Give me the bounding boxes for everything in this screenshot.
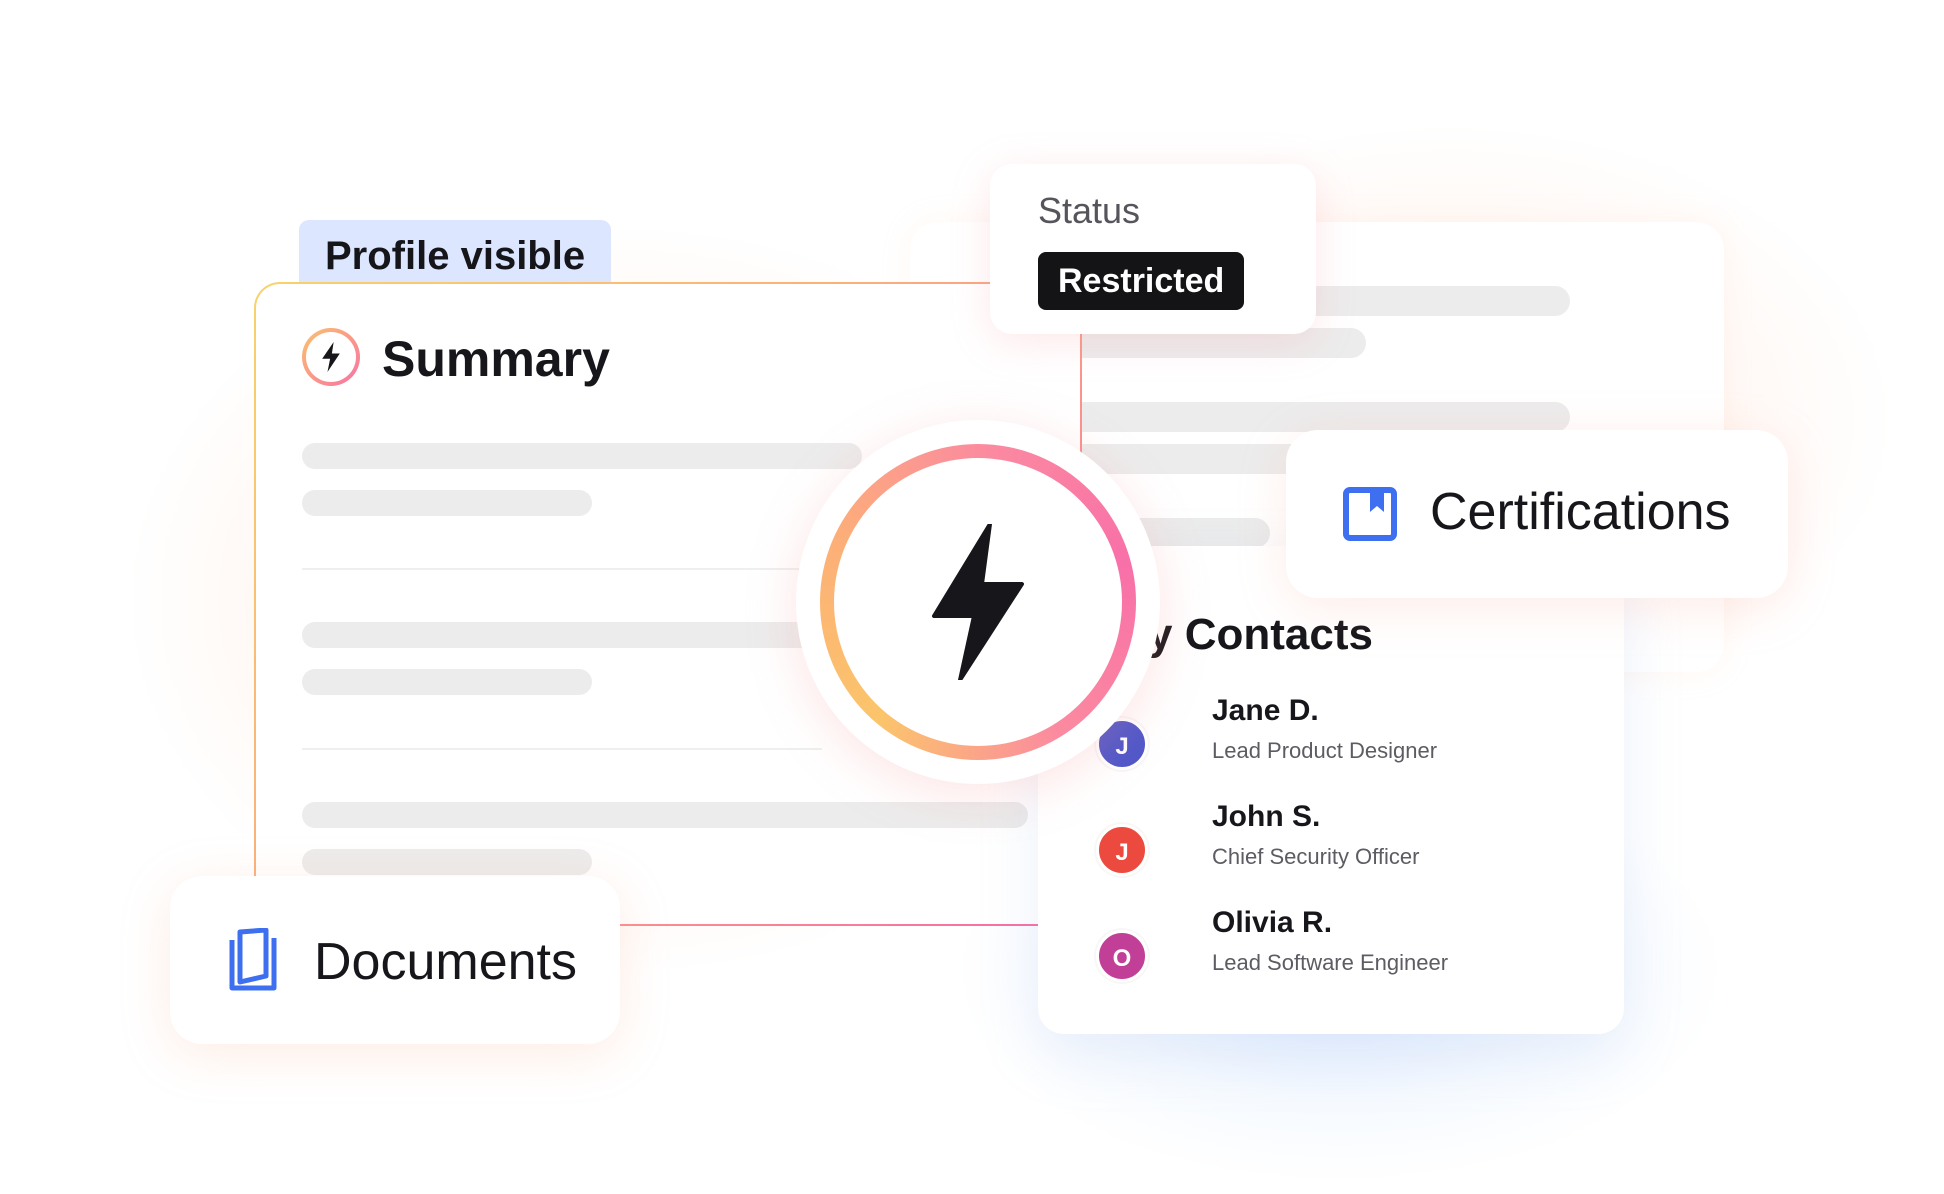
bookmark-icon	[1343, 487, 1397, 541]
contact-role: Lead Product Designer	[1212, 738, 1438, 763]
divider	[302, 568, 812, 570]
contact-name: John S.	[1212, 800, 1321, 833]
skeleton-line	[302, 490, 592, 516]
skeleton-line	[302, 802, 1028, 828]
avatar: O	[1096, 930, 1148, 982]
documents-label: Documents	[314, 933, 577, 991]
contact-item[interactable]: J Jane D. Lead Product Designer	[1096, 694, 1596, 784]
bolt-icon	[932, 524, 1024, 680]
skeleton-line	[1070, 402, 1570, 432]
summary-title: Summary	[382, 331, 610, 387]
contact-role: Chief Security Officer	[1212, 844, 1420, 869]
skeleton-line	[302, 443, 862, 469]
certifications-card[interactable]: Certifications	[1286, 430, 1788, 598]
skeleton-line	[302, 622, 822, 648]
contact-name: Olivia R.	[1212, 906, 1333, 939]
status-badge[interactable]: Restricted	[1038, 252, 1245, 310]
skeleton-line	[302, 669, 592, 695]
skeleton-line	[302, 849, 592, 875]
certifications-label: Certifications	[1430, 483, 1731, 541]
contact-item[interactable]: J John S. Chief Security Officer	[1096, 800, 1596, 890]
avatar: J	[1096, 824, 1148, 876]
contacts-title: y Contacts	[1148, 610, 1373, 659]
bolt-icon	[302, 328, 360, 386]
contact-item[interactable]: O Olivia R. Lead Software Engineer	[1096, 906, 1596, 996]
documents-icon	[229, 928, 277, 991]
documents-card[interactable]: Documents	[170, 876, 620, 1044]
status-label: Status	[1038, 190, 1141, 231]
divider	[302, 748, 822, 750]
contact-role: Lead Software Engineer	[1212, 950, 1449, 975]
status-card: Status Restricted	[990, 164, 1316, 334]
contact-name: Jane D.	[1212, 694, 1319, 727]
